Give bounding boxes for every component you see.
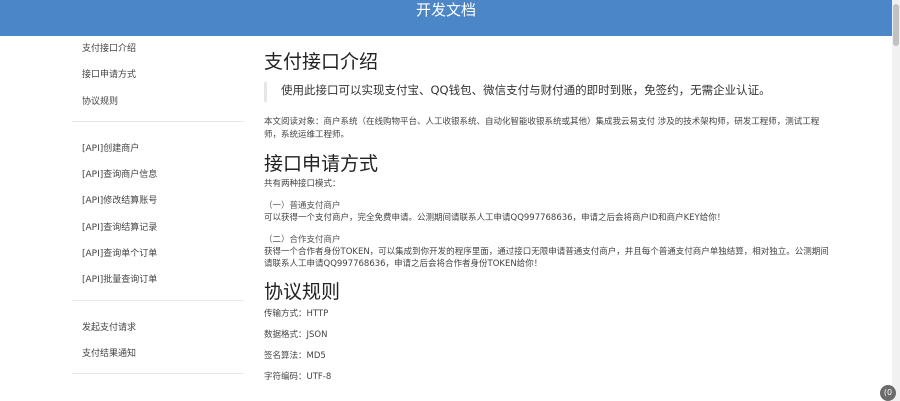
protocol-row: 签名算法：MD5 [264,351,326,361]
sidebar-item-apply[interactable]: 接口申请方式 [72,62,244,88]
top-header-bar: 开发文档 [0,0,892,36]
sidebar-item-api-query-merchant[interactable]: [API]查询商户信息 [72,162,244,188]
page-title: 开发文档 [415,1,476,19]
protocol-rules-list: 传输方式：HTTP 数据格式：JSON 签名算法：MD5 字符编码：UTF-8 [264,308,884,383]
sidebar-item-api-batch-query-orders[interactable]: [API]批量查询订单 [72,267,244,293]
section-title-protocol: 协议规则 [264,281,341,303]
sidebar-item-api-query-settlement[interactable]: [API]查询结算记录 [72,215,244,241]
section-title-intro: 支付接口介绍 [264,51,379,73]
mode-desc-normal: 可以获得一个支付商户，完全免费申请。公测期间请联系人工申请QQ997768636… [264,213,726,223]
sidebar-item-payment-notify[interactable]: 支付结果通知 [72,341,244,367]
protocol-row: 传输方式：HTTP [264,309,329,319]
sidebar-group-payment: 发起支付请求 支付结果通知 [72,315,244,375]
corner-widget-icon[interactable]: (0 [880,385,896,401]
sidebar-item-api-modify-settlement[interactable]: [API]修改结算账号 [72,188,244,214]
section-title-apply: 接口申请方式 [264,153,379,175]
main-content: 支付接口介绍 使用此接口可以实现支付宝、QQ钱包、微信支付与财付通的即时到账，免… [264,36,884,383]
mode-desc-partner: 获得一个合作者身份TOKEN，可以集成到你开发的程序里面，通过接口无限申请普通支… [264,247,829,269]
scrollbar-thumb[interactable] [893,4,899,46]
sidebar-nav: 支付接口介绍 接口申请方式 协议规则 [API]创建商户 [API]查询商户信息… [72,36,244,375]
sidebar-item-initiate-payment[interactable]: 发起支付请求 [72,315,244,341]
sidebar-item-protocol[interactable]: 协议规则 [72,89,244,115]
audience-text: 本文阅读对象：商户系统（在线购物平台、人工收银系统、自动化智能收银系统或其他）集… [264,117,820,140]
mode-title-normal: （一）普通支付商户 [264,201,341,211]
page-scrollbar[interactable] [892,0,900,401]
protocol-row: 数据格式：JSON [264,330,328,340]
apply-modes-intro: 共有两种接口模式： [264,179,341,189]
sidebar-item-intro[interactable]: 支付接口介绍 [72,36,244,62]
intro-quote: 使用此接口可以实现支付宝、QQ钱包、微信支付与财付通的即时到账，免签约，无需企业… [264,82,884,102]
sidebar-item-api-query-order[interactable]: [API]查询单个订单 [72,241,244,267]
sidebar-item-api-create-merchant[interactable]: [API]创建商户 [72,136,244,162]
mode-title-partner: （二）合作支付商户 [264,235,341,245]
sidebar-group-api: [API]创建商户 [API]查询商户信息 [API]修改结算账号 [API]查… [72,136,244,301]
sidebar-group-intro: 支付接口介绍 接口申请方式 协议规则 [72,36,244,122]
protocol-row: 字符编码：UTF-8 [264,372,332,382]
